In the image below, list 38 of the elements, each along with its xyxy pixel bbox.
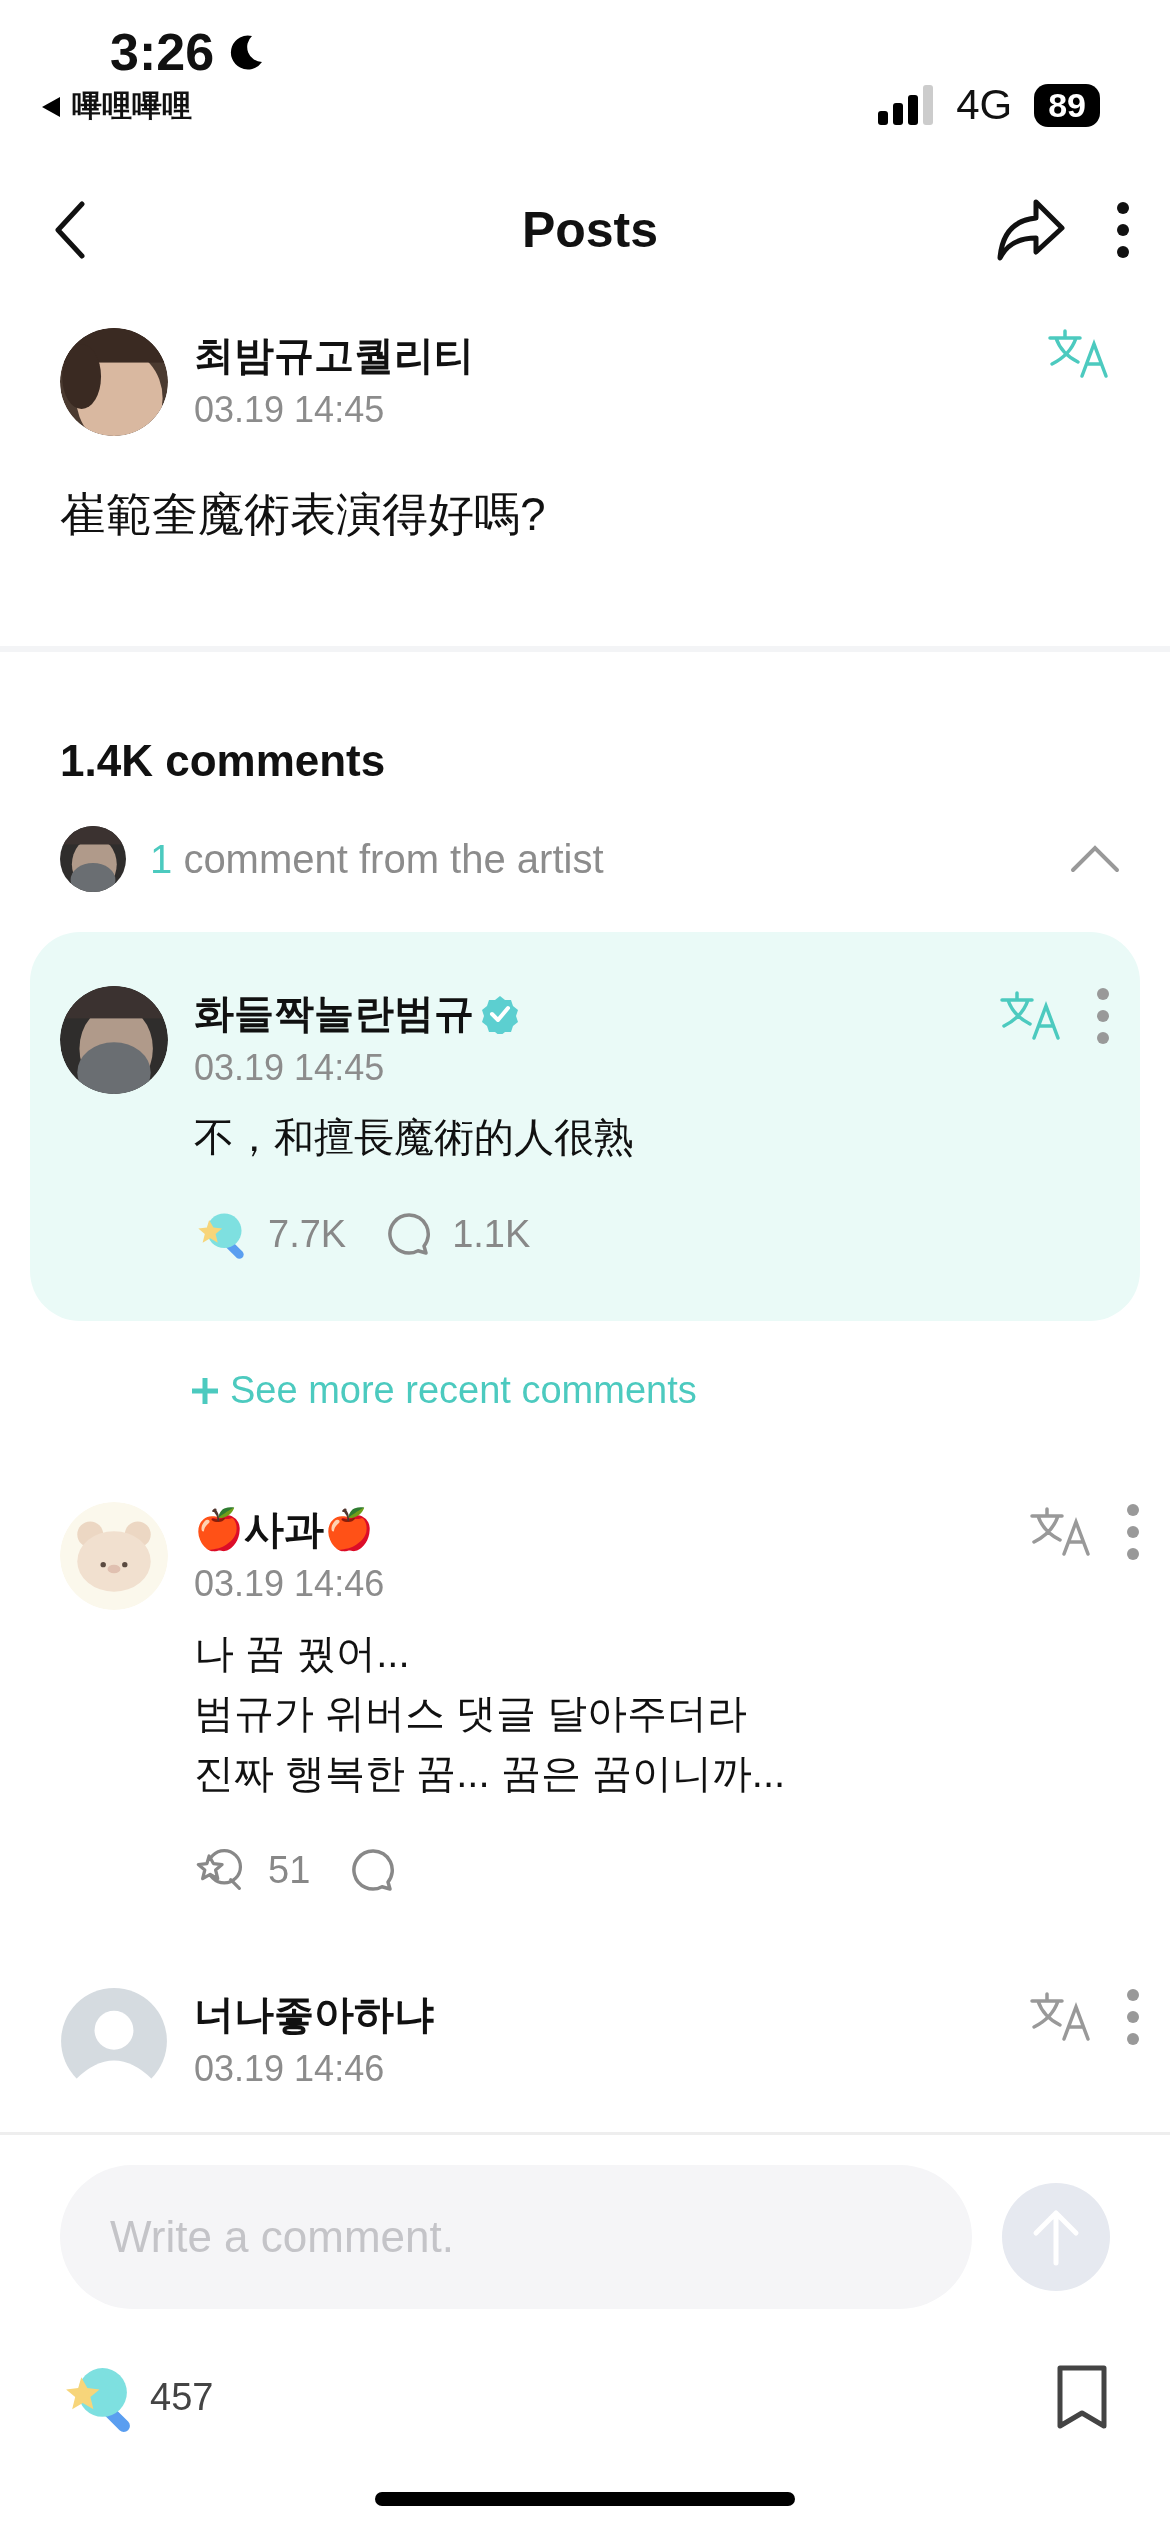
comment-more-button[interactable]: [1126, 1987, 1140, 2047]
comment-icon[interactable]: [386, 1211, 433, 1257]
comment-time: 03.19 14:45: [194, 1047, 386, 1089]
network-label: 4G: [956, 81, 1013, 129]
translate-button[interactable]: [1000, 990, 1062, 1042]
comment-text: 나 꿈 꿨어... 범규가 위버스 댓글 달아주더라 진짜 행복한 꿈... 꿈은 꿈이니까...: [194, 1630, 787, 1797]
translate-button[interactable]: [1048, 328, 1110, 380]
comment-more-button[interactable]: [1096, 986, 1110, 1046]
comment-time: 03.19 14:46: [194, 2048, 386, 2090]
like-count: 7.7K: [268, 1212, 347, 1256]
comment-icon[interactable]: [350, 1847, 397, 1893]
signal-icon: [878, 85, 935, 125]
back-app-label[interactable]: 嗶哩嗶哩: [72, 86, 192, 127]
post-time: 03.19 14:45: [194, 389, 386, 431]
comment-text: 不，和擅長魔術的人很熟: [194, 1114, 635, 1161]
avatar-icon: [60, 1987, 168, 2095]
more-button[interactable]: [1116, 200, 1130, 260]
status-time: 3:26: [110, 22, 215, 82]
post-like-count: 457: [150, 2375, 214, 2419]
battery-indicator: 89: [1034, 83, 1100, 127]
comment-time: 03.19 14:46: [194, 1563, 386, 1605]
share-button[interactable]: [996, 198, 1066, 262]
back-triangle-icon[interactable]: [40, 94, 62, 119]
post-text: 崔範奎魔術表演得好嗎?: [60, 487, 547, 542]
reply-count: 1.1K: [452, 1212, 531, 1256]
commenter-name[interactable]: 화들짝놀란범규: [194, 986, 474, 1041]
chevron-up-icon[interactable]: [1070, 844, 1120, 874]
translate-button[interactable]: [1030, 1506, 1092, 1558]
comment-more-button[interactable]: [1126, 1502, 1140, 1562]
page-title: Posts: [521, 201, 659, 259]
like-count: 51: [268, 1848, 311, 1892]
author-name[interactable]: 최밤규고퀄리티: [194, 328, 1022, 383]
plus-icon: [190, 1375, 220, 1406]
commenter-name[interactable]: 🍎사과🍎: [194, 1502, 1030, 1557]
arrow-up-icon: [1031, 2207, 1081, 2267]
translate-button[interactable]: [1030, 1991, 1092, 2043]
comments-count: 1.4K comments: [60, 736, 387, 786]
commenter-name[interactable]: 너나좋아하냐: [194, 1987, 1030, 2042]
